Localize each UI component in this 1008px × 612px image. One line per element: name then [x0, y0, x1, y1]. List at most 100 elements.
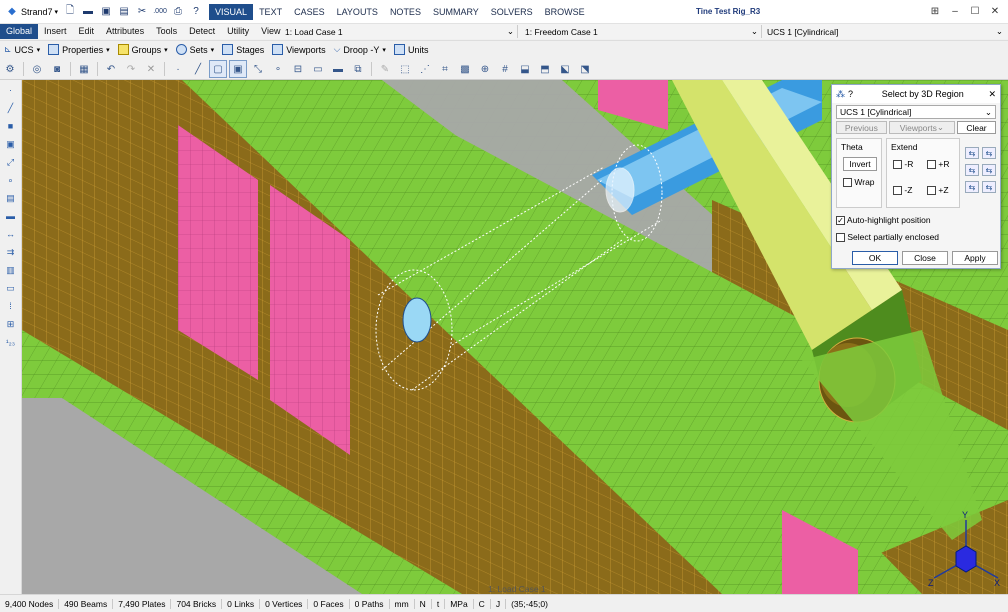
collapse-left-icon[interactable]: ⇆ — [965, 147, 979, 159]
minus-z-checkbox[interactable]: -Z — [893, 185, 912, 196]
line-icon[interactable]: ╱ — [189, 60, 207, 78]
viewports-dropdown[interactable]: Viewports ⌄ — [888, 121, 955, 134]
grid-icon[interactable]: ▦ — [75, 60, 93, 78]
minimize-icon[interactable]: – — [946, 3, 964, 19]
face-tool-icon[interactable]: ▤ — [2, 190, 20, 206]
path-tool-icon[interactable]: ▬ — [2, 208, 20, 224]
new-file-icon[interactable]: 🗋 — [63, 5, 77, 19]
menu-detect[interactable]: Detect — [183, 24, 221, 39]
vertex-icon[interactable]: ∘ — [269, 60, 287, 78]
tab-text[interactable]: TEXT — [253, 4, 288, 20]
gear-icon[interactable]: ⚙ — [1, 60, 19, 78]
menu-edit[interactable]: Edit — [73, 24, 101, 39]
close-icon[interactable]: ✕ — [986, 3, 1004, 19]
clear-button[interactable]: Clear — [956, 121, 996, 134]
select-nodes-icon[interactable]: ⋰ — [416, 60, 434, 78]
beam-icon[interactable]: ▭ — [309, 60, 327, 78]
beam-tool-icon[interactable]: ╱ — [2, 100, 20, 116]
select-by-icon[interactable]: ⬓ — [516, 60, 534, 78]
select-grid-icon[interactable]: ▩ — [456, 60, 474, 78]
pin-icon[interactable]: ⊞ — [926, 3, 944, 19]
ok-button[interactable]: OK — [852, 251, 898, 265]
dialog-close-icon[interactable]: ✕ — [988, 89, 996, 100]
link-tool-icon[interactable]: ⤢ — [2, 154, 20, 170]
close-button[interactable]: Close — [902, 251, 948, 265]
select-region-icon[interactable]: ⌗ — [436, 60, 454, 78]
select-3d-icon[interactable]: ⬔ — [576, 60, 594, 78]
units-button[interactable]: Units — [390, 44, 433, 55]
print-icon[interactable]: ⎙ — [171, 5, 185, 19]
dialog-help-button[interactable]: ? — [848, 89, 853, 99]
number-format-icon[interactable]: .000 — [153, 5, 167, 19]
shift-right-icon[interactable]: ⇆ — [982, 181, 996, 193]
plus-z-checkbox[interactable]: +Z — [927, 185, 949, 196]
status-unit-length[interactable]: mm — [390, 598, 415, 609]
status-unit-stress[interactable]: MPa — [445, 598, 474, 609]
stages-button[interactable]: Stages — [218, 44, 268, 55]
ucs-button[interactable]: ⊾ UCS ▾ — [0, 44, 44, 55]
brick-tool-icon[interactable]: ▣ — [2, 136, 20, 152]
select-filter-icon[interactable]: ⬒ — [536, 60, 554, 78]
tab-browse[interactable]: BROWSE — [539, 4, 591, 20]
select-partial-checkbox[interactable]: Select partially enclosed — [836, 232, 939, 243]
cut-icon[interactable]: ✂ — [135, 5, 149, 19]
copy-icon[interactable]: ⧉ — [349, 60, 367, 78]
menu-tools[interactable]: Tools — [150, 24, 183, 39]
properties-button[interactable]: Properties ▾ — [44, 44, 114, 55]
save-icon[interactable]: ▣ — [99, 5, 113, 19]
vertex-tool-icon[interactable]: ∘ — [2, 172, 20, 188]
tab-summary[interactable]: SUMMARY — [427, 4, 485, 20]
hash-icon[interactable]: # — [496, 60, 514, 78]
save-as-icon[interactable]: ▤ — [117, 5, 131, 19]
node-tool-icon[interactable]: · — [2, 82, 20, 98]
expand-left-icon[interactable]: ⇆ — [965, 164, 979, 176]
dialog-coordinate-select[interactable]: UCS 1 [Cylindrical] ⌄ — [836, 105, 996, 119]
viewports-button[interactable]: Viewports — [268, 44, 329, 55]
menu-global[interactable]: Global — [0, 24, 39, 39]
camera-icon[interactable]: ◙ — [48, 60, 66, 78]
numbering-tool-icon[interactable]: ¹₂₃ — [2, 334, 20, 350]
open-folder-icon[interactable]: ▬ — [81, 5, 95, 19]
tab-visual[interactable]: VISUAL — [209, 3, 254, 20]
wrap-checkbox[interactable]: Wrap — [843, 177, 875, 188]
menu-utility[interactable]: Utility — [221, 24, 255, 39]
shift-left-icon[interactable]: ⇆ — [965, 181, 979, 193]
attribute-tool-icon[interactable]: ▥ — [2, 262, 20, 278]
tab-layouts[interactable]: LAYOUTS — [331, 4, 384, 20]
previous-button[interactable]: Previous — [836, 121, 887, 134]
status-unit-energy[interactable]: J — [491, 598, 507, 609]
status-unit-temp[interactable]: C — [474, 598, 491, 609]
menu-insert[interactable]: Insert — [38, 24, 73, 39]
freedom-case-dropdown[interactable]: 1: Freedom Case 1 ⌄ — [522, 25, 762, 38]
tab-notes[interactable]: NOTES — [384, 4, 427, 20]
app-menu-button[interactable]: ◆ Strand7 ▾ — [0, 2, 61, 22]
face-icon[interactable]: ▬ — [329, 60, 347, 78]
brick-select-icon[interactable]: ▣ — [229, 60, 247, 78]
plus-r-checkbox[interactable]: +R — [927, 159, 949, 170]
tab-solvers[interactable]: SOLVERS — [485, 4, 539, 20]
arrow-tool-icon[interactable]: ↔ — [2, 226, 20, 242]
groups-button[interactable]: Groups ▾ — [114, 44, 172, 55]
collapse-right-icon[interactable]: ⇆ — [982, 147, 996, 159]
help-icon[interactable]: ? — [189, 5, 203, 19]
cylinder-icon[interactable]: ⊟ — [289, 60, 307, 78]
tab-cases[interactable]: CASES — [288, 4, 331, 20]
redo-icon[interactable]: ↷ — [122, 60, 140, 78]
load-case-dropdown[interactable]: 1: Load Case 1 ⌄ — [282, 25, 518, 38]
link-icon[interactable]: ⤡ — [249, 60, 267, 78]
table-tool-icon[interactable]: ⊞ — [2, 316, 20, 332]
move-tool-icon[interactable]: ⇉ — [2, 244, 20, 260]
undo-icon[interactable]: ↶ — [102, 60, 120, 78]
apply-button[interactable]: Apply — [952, 251, 998, 265]
status-unit-force[interactable]: N — [415, 598, 432, 609]
plate-tool-icon[interactable]: ■ — [2, 118, 20, 134]
ruler-icon[interactable]: ✎ — [376, 60, 394, 78]
grid-dots-icon[interactable]: ⁞ — [2, 298, 20, 314]
node-icon[interactable]: · — [169, 60, 187, 78]
maximize-icon[interactable]: ☐ — [966, 3, 984, 19]
binoculars-icon[interactable]: ◎ — [28, 60, 46, 78]
plate-select-icon[interactable]: ▢ — [209, 60, 227, 78]
menu-attributes[interactable]: Attributes — [100, 24, 150, 39]
invert-button[interactable]: Invert — [843, 157, 877, 171]
coordinate-system-dropdown[interactable]: UCS 1 [Cylindrical] ⌄ — [764, 25, 1006, 38]
